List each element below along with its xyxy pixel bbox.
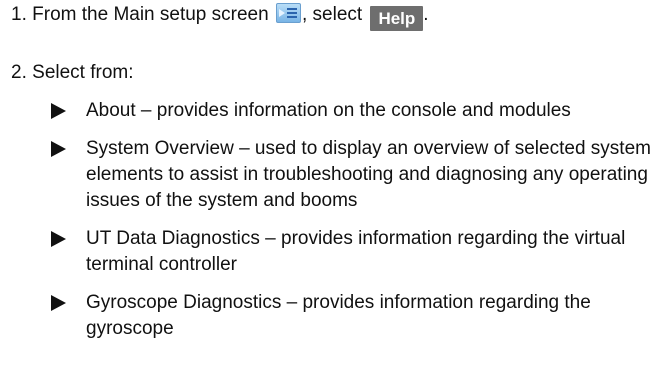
option-text: System Overview – used to display an ove… (86, 138, 651, 211)
list-item-ut-data-diagnostics: UT Data Diagnostics – provides informati… (51, 226, 651, 278)
step-1-text-middle: , select (301, 4, 363, 25)
option-text: UT Data Diagnostics – provides informati… (86, 228, 626, 275)
option-text: About – provides information on the cons… (86, 100, 571, 121)
option-text: Gyroscope Diagnostics – provides informa… (86, 292, 591, 339)
bullet-triangle-icon (51, 295, 66, 311)
step-1-number: 1. (11, 4, 27, 25)
step-1-text-before: From the Main setup screen (32, 4, 269, 25)
help-button: Help (370, 6, 424, 31)
step-1: 1. From the Main setup screen , select H… (11, 2, 429, 31)
step-2-number: 2. (11, 62, 27, 83)
list-item-system-overview: System Overview – used to display an ove… (51, 136, 651, 214)
list-item-gyroscope-diagnostics: Gyroscope Diagnostics – provides informa… (51, 290, 651, 342)
arrow-icon (278, 9, 285, 17)
bullet-triangle-icon (51, 141, 66, 157)
option-list: About – provides information on the cons… (51, 98, 651, 354)
step-2: 2. Select from: (11, 60, 134, 86)
step-2-text: Select from: (32, 62, 134, 83)
list-item-about: About – provides information on the cons… (51, 98, 651, 124)
menu-line (286, 16, 297, 18)
menu-line (286, 8, 297, 10)
main-setup-icon (275, 3, 301, 23)
bullet-triangle-icon (51, 231, 66, 247)
bullet-triangle-icon (51, 103, 66, 119)
menu-line (286, 12, 297, 14)
step-1-text-after: . (423, 4, 429, 25)
